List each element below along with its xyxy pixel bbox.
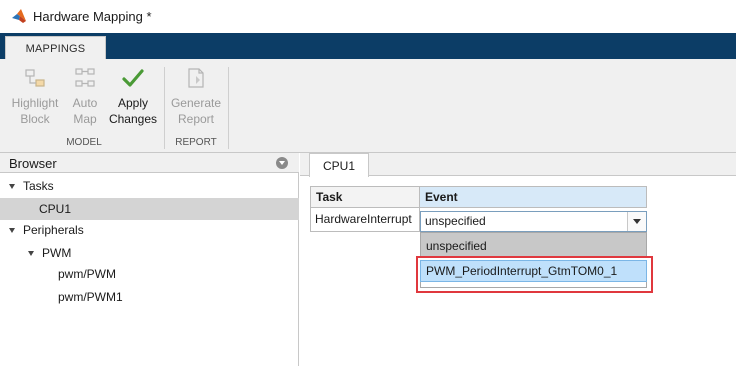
highlight-block-label-1: Highlight [11,96,59,110]
tree-item-label: CPU1 [39,202,72,216]
tab-cpu1[interactable]: CPU1 [309,153,369,177]
column-header-task[interactable]: Task [310,186,420,208]
tree-item-label: Tasks [23,179,54,193]
mapping-editor: CPU1 Task Event HardwareInterrupt unspec… [300,153,736,366]
checkmark-icon [122,69,144,87]
group-label-model: MODEL [66,137,102,148]
expand-caret-icon[interactable] [28,250,34,256]
highlight-block-icon [25,69,45,87]
auto-map-button[interactable]: Auto Map [59,67,111,127]
highlight-block-button[interactable]: Highlight Block [9,67,61,127]
tab-mappings[interactable]: MAPPINGS [5,36,106,60]
dropdown-option-unspecified[interactable]: unspecified [422,237,644,255]
tree-item-label: pwm/PWM1 [58,290,123,304]
column-header-event[interactable]: Event [420,186,647,208]
dropdown-option-pwm-period-interrupt[interactable]: PWM_PeriodInterrupt_GtmTOM0_1 [420,260,647,282]
browser-header: Browser [0,153,299,173]
window-title: Hardware Mapping * [33,9,152,24]
tree-item-label: Peripherals [23,223,84,237]
browser-menu-icon[interactable] [276,157,288,169]
generate-report-label-1: Generate [170,96,222,110]
generate-report-icon [188,68,204,88]
tree-item-cpu1[interactable]: CPU1 [0,198,299,220]
tab-mappings-label: MAPPINGS [25,42,86,55]
chevron-down-icon[interactable] [627,212,646,231]
tree-item-pwm-pwm[interactable]: pwm/PWM [0,263,299,285]
apply-changes-label-2: Changes [108,112,158,126]
dropdown-list-bottom [420,282,647,288]
tree-item-peripherals[interactable]: Peripherals [0,219,299,241]
group-separator [228,67,229,149]
ribbon-tab-strip [0,33,736,59]
highlight-block-label-2: Block [20,112,50,126]
expand-caret-icon[interactable] [9,227,15,233]
apply-changes-button[interactable]: Apply Changes [107,67,159,127]
group-separator [164,67,165,149]
event-select[interactable]: unspecified [420,211,647,232]
auto-map-label-1: Auto [72,96,98,110]
event-select-value: unspecified [425,214,486,228]
browser-panel: Browser Tasks CPU1 Peripherals PWM pwm/P… [0,153,299,366]
group-label-report: REPORT [175,137,217,148]
generate-report-label-2: Report [177,112,215,126]
tree-item-label: PWM [42,246,72,260]
auto-map-label-2: Map [73,112,97,126]
generate-report-button[interactable]: Generate Report [170,67,222,127]
tree-item-label: pwm/PWM [58,267,116,281]
tree-item-pwm[interactable]: PWM [0,242,299,264]
matlab-logo-icon [12,9,26,23]
table-cell-task: HardwareInterrupt [310,208,420,232]
apply-changes-label-1: Apply [117,96,149,110]
browser-title: Browser [9,156,57,171]
toolstrip: Highlight Block Auto Map Apply Changes M… [0,59,736,153]
tree-item-pwm-pwm1[interactable]: pwm/PWM1 [0,286,299,308]
auto-map-icon [75,68,95,87]
editor-tab-bar: CPU1 [300,153,736,177]
title-bar: Hardware Mapping * [0,0,736,33]
expand-caret-icon[interactable] [9,183,15,189]
tab-cpu1-label: CPU1 [322,158,355,173]
tree-item-tasks[interactable]: Tasks [0,175,299,197]
